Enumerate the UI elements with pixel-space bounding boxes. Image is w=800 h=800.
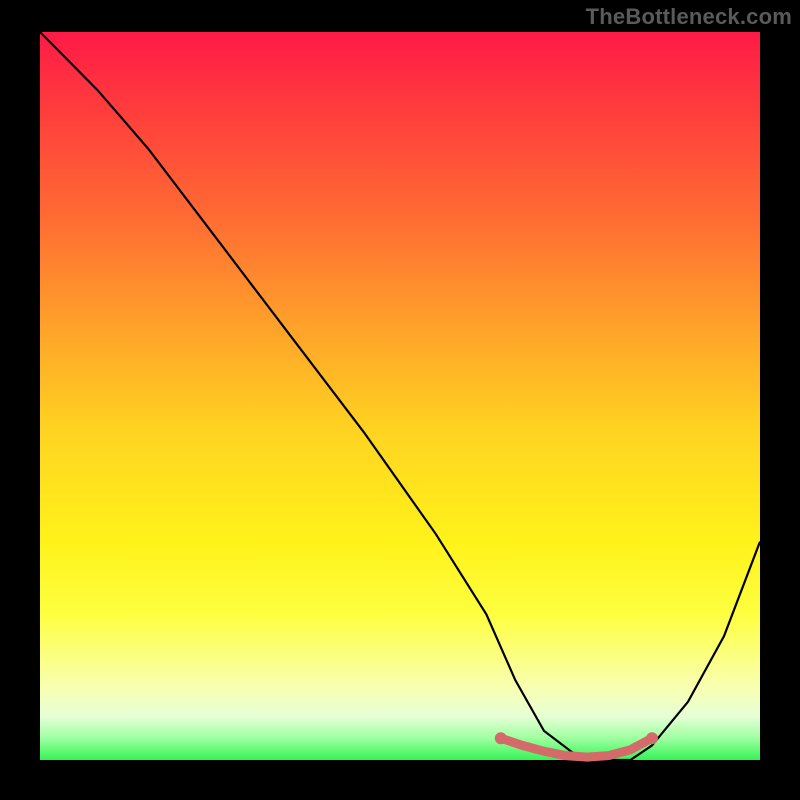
curve-svg <box>40 32 760 760</box>
bottleneck-curve <box>40 32 760 760</box>
plot-area <box>40 32 760 760</box>
highlight-end-dot <box>495 732 507 744</box>
watermark-text: TheBottleneck.com <box>586 4 792 30</box>
highlight-band <box>501 738 652 757</box>
chart-frame: TheBottleneck.com <box>0 0 800 800</box>
highlight-end-dot <box>646 732 658 744</box>
